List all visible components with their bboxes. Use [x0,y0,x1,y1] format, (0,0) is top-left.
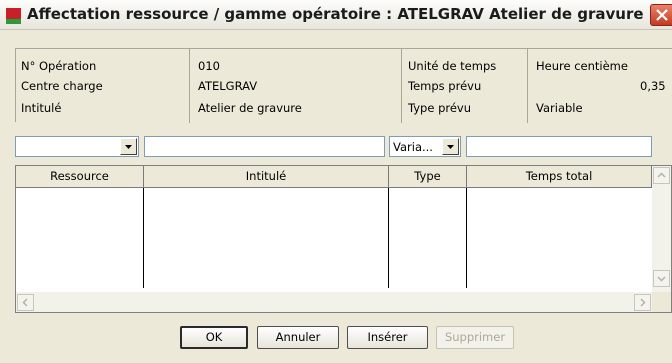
info-row-title: Intitulé Atelier de gravure Type prévu V… [16,98,672,120]
planned-type-value: Variable [536,101,583,115]
planned-time-label: Temps prévu [408,79,482,93]
operation-number-label: N° Opération [21,59,97,73]
total-time-filter-input[interactable] [466,136,652,157]
info-row-operation: N° Opération 010 Unité de temps Heure ce… [16,56,672,78]
grid-header: Ressource Intitulé Type Temps total [16,166,652,188]
chevron-down-icon[interactable] [120,138,137,155]
insert-button[interactable]: Insérer [347,326,428,349]
chevron-up-icon [657,172,666,178]
title-filter-input[interactable] [144,136,385,157]
column-header-type[interactable]: Type [389,166,467,188]
column-divider [466,188,467,288]
scroll-left-button[interactable] [17,294,34,311]
scroll-down-button[interactable] [653,270,670,287]
scrollbar-corner [652,292,671,312]
window-title: Affectation ressource / gamme opératoire… [27,5,644,23]
type-filter-combo[interactable]: Varia... [389,136,461,157]
title-bar[interactable]: Affectation ressource / gamme opératoire… [0,0,672,30]
type-filter-value: Varia... [393,140,433,154]
title-label: Intitulé [21,101,62,115]
column-divider [388,188,389,288]
operation-number-value: 010 [198,59,220,73]
work-centre-label: Centre charge [21,79,103,93]
resource-filter-combo[interactable] [15,136,139,157]
close-icon[interactable] [650,4,672,26]
chevron-down-icon [657,276,666,282]
column-header-total-time[interactable]: Temps total [467,166,652,188]
column-divider [143,188,144,288]
column-header-resource[interactable]: Ressource [16,166,144,188]
horizontal-scrollbar[interactable] [16,292,652,312]
work-centre-value: ATELGRAV [198,79,258,93]
title-value: Atelier de gravure [198,101,302,115]
time-unit-label: Unité de temps [408,59,497,73]
planned-time-value: 0,35 [640,79,666,93]
planned-type-label: Type prévu [408,101,472,115]
dialog-window: Affectation ressource / gamme opératoire… [0,0,672,363]
chevron-left-icon [22,298,28,307]
operation-info-panel: N° Opération 010 Unité de temps Heure ce… [15,48,672,123]
info-row-centre: Centre charge ATELGRAV Temps prévu 0,35 [16,76,672,98]
chevron-right-icon [640,298,646,307]
cancel-button[interactable]: Annuler [257,326,339,349]
chevron-down-icon[interactable] [442,138,459,155]
vertical-scrollbar[interactable] [652,166,671,292]
app-icon [6,8,21,24]
scroll-up-button[interactable] [653,167,670,184]
ok-button[interactable]: OK [180,326,248,349]
time-unit-value: Heure centième [536,59,628,73]
delete-button[interactable]: Supprimer [436,326,514,349]
column-header-title[interactable]: Intitulé [144,166,389,188]
resource-grid[interactable]: Ressource Intitulé Type Temps total [15,165,672,313]
scroll-right-button[interactable] [634,294,651,311]
